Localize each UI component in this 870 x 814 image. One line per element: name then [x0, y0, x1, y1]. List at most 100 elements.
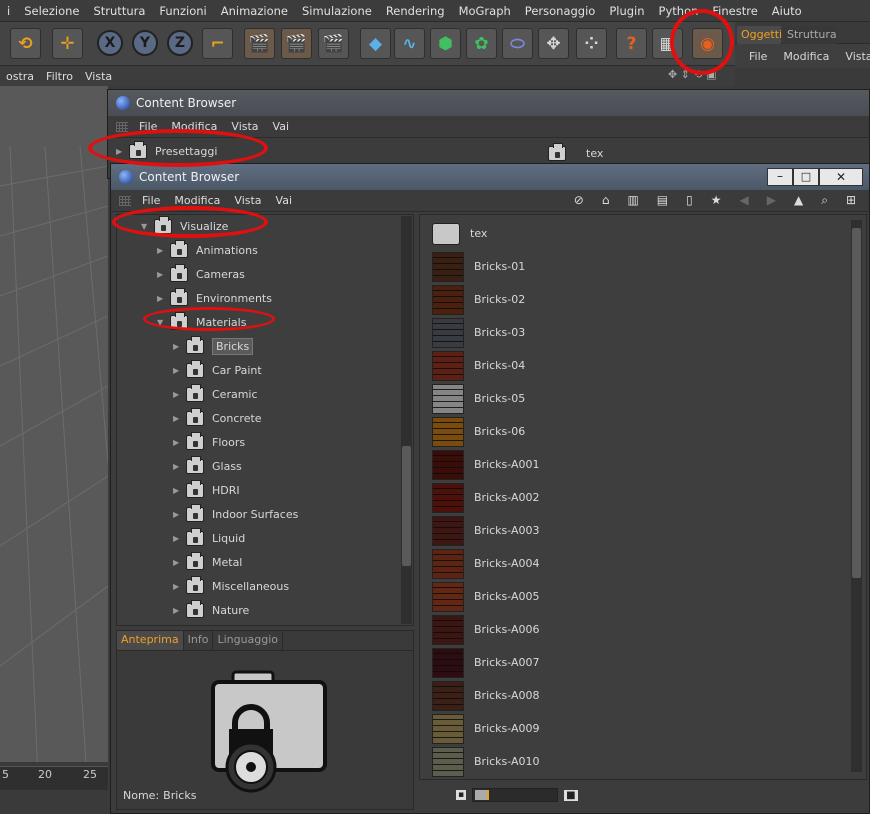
expand-arrow-icon[interactable]: ▶ — [173, 438, 183, 447]
window-titlebar[interactable]: Content Browser – □ ✕ — [111, 164, 869, 190]
coordinate-system-icon[interactable]: ⌐ — [202, 28, 233, 59]
expand-arrow-icon[interactable]: ▶ — [173, 486, 183, 495]
main-menu-item[interactable]: Animazione — [214, 4, 295, 18]
spline-icon[interactable]: ∿ — [394, 28, 425, 59]
list-item[interactable]: Bricks-06 — [432, 415, 525, 448]
undo-icon[interactable]: ⟲ — [10, 28, 41, 59]
main-menu-item[interactable]: Struttura — [86, 4, 152, 18]
help-icon[interactable]: ? — [616, 28, 647, 59]
main-menu-item[interactable]: Rendering — [379, 4, 452, 18]
scene-icon[interactable]: ✥ — [538, 28, 569, 59]
menu-vista[interactable]: Vista — [837, 50, 870, 63]
main-menu-item[interactable]: Selezione — [17, 4, 86, 18]
list-item[interactable]: tex — [432, 217, 487, 250]
deformer-icon[interactable]: ⬭ — [502, 28, 533, 59]
list-scrollbar[interactable] — [851, 220, 862, 772]
camera-icon[interactable]: ⁘ — [576, 28, 607, 59]
menu-vista[interactable]: Vista — [224, 120, 265, 133]
list-item[interactable]: Bricks-A007 — [432, 646, 540, 679]
minimize-button[interactable]: – — [767, 168, 793, 186]
expand-arrow-icon[interactable]: ▶ — [173, 582, 183, 591]
expand-arrow-icon[interactable]: ▶ — [173, 534, 183, 543]
list-item[interactable]: Bricks-A004 — [432, 547, 540, 580]
render-view-icon[interactable]: 🎬 — [244, 28, 275, 59]
tree-item[interactable]: ▶ Glass — [173, 455, 242, 477]
list-item[interactable]: Bricks-A009 — [432, 712, 540, 745]
expand-arrow-icon[interactable]: ▶ — [157, 246, 167, 255]
tree-item[interactable]: ▶ Animations — [157, 239, 258, 261]
timeline[interactable]: 5 20 25 — [0, 762, 108, 814]
tree-item[interactable]: ▶ Concrete — [173, 407, 262, 429]
new-icon[interactable]: ⊞ — [839, 193, 863, 208]
menu-modifica[interactable]: Modifica — [775, 50, 837, 63]
expand-arrow-icon[interactable]: ▶ — [157, 270, 167, 279]
render-settings-icon[interactable]: 🎬 — [318, 28, 349, 59]
expand-arrow-icon[interactable]: ▶ — [173, 414, 183, 423]
y-axis-icon[interactable]: Y — [132, 30, 158, 56]
nurbs-icon[interactable]: ⬢ — [430, 28, 461, 59]
tree-item[interactable]: ▶ Metal — [173, 551, 242, 573]
tree-item[interactable]: ▶ Floors — [173, 431, 245, 453]
viewport-menu-vista[interactable]: Vista — [79, 70, 118, 83]
tree-item[interactable]: ▶ Liquid — [173, 527, 245, 549]
main-menu-item[interactable]: i — [0, 4, 17, 18]
x-axis-icon[interactable]: X — [97, 30, 123, 56]
tree-scrollbar[interactable] — [401, 216, 412, 624]
tree-item[interactable]: ▶ HDRI — [173, 479, 240, 501]
expand-arrow-icon[interactable]: ▶ — [173, 462, 183, 471]
list-item[interactable]: Bricks-03 — [432, 316, 525, 349]
tab-info[interactable]: Info — [182, 631, 213, 650]
render-picture-viewer-icon[interactable]: 🎬 — [281, 28, 312, 59]
list-item[interactable]: Bricks-02 — [432, 283, 525, 316]
list-item[interactable]: Bricks-01 — [432, 250, 525, 283]
menu-vai[interactable]: Vai — [266, 120, 296, 133]
list-item[interactable]: Bricks-05 — [432, 382, 525, 415]
menu-vista[interactable]: Vista — [227, 194, 268, 207]
move-tool-icon[interactable]: ✛ — [52, 28, 83, 59]
catalog-icon[interactable]: ▤ — [650, 193, 675, 208]
tree-item[interactable]: ▶ Nature — [173, 599, 249, 621]
main-menu-item[interactable]: Personaggio — [518, 4, 603, 18]
viewport-menu-mostra[interactable]: ostra — [0, 70, 40, 83]
thumbnail-size-slider[interactable]: ▪ ■ — [456, 786, 596, 804]
maximize-button[interactable]: □ — [793, 168, 819, 186]
home-icon[interactable]: ⌂ — [595, 193, 617, 208]
viewport[interactable] — [0, 86, 108, 814]
list-item[interactable]: Bricks-A010 — [432, 745, 540, 778]
up-arrow-icon[interactable]: ▲ — [787, 193, 810, 208]
main-menu-item[interactable]: Aiuto — [765, 4, 809, 18]
viewport-menu-filtro[interactable]: Filtro — [40, 70, 79, 83]
list-item[interactable]: Bricks-A001 — [432, 448, 540, 481]
cube-icon[interactable]: ◆ — [360, 28, 391, 59]
main-menu-item[interactable]: Simulazione — [295, 4, 379, 18]
expand-arrow-icon[interactable]: ▶ — [173, 558, 183, 567]
forward-arrow-icon[interactable]: ▶ — [760, 193, 783, 208]
tree-item[interactable]: ▶ Cameras — [157, 263, 245, 285]
menu-modifica[interactable]: Modifica — [167, 194, 227, 207]
menu-vai[interactable]: Vai — [269, 194, 299, 207]
book-icon[interactable]: ▯ — [679, 193, 700, 208]
list-item[interactable]: Bricks-A006 — [432, 613, 540, 646]
expand-arrow-icon[interactable]: ▶ — [173, 342, 183, 351]
expand-arrow-icon[interactable]: ▶ — [173, 606, 183, 615]
back-arrow-icon[interactable]: ◀ — [733, 193, 756, 208]
tree-item[interactable]: ▶ Ceramic — [173, 383, 258, 405]
menu-file[interactable]: File — [135, 194, 167, 207]
search-icon[interactable]: ⌕ — [814, 193, 835, 208]
window-titlebar[interactable]: Content Browser — [108, 90, 869, 116]
list-item[interactable]: Bricks-A002 — [432, 481, 540, 514]
expand-arrow-icon[interactable]: ▶ — [173, 366, 183, 375]
main-menu-item[interactable]: Plugin — [602, 4, 651, 18]
expand-arrow-icon[interactable]: ▶ — [173, 390, 183, 399]
tab-linguaggio[interactable]: Linguaggio — [212, 631, 284, 650]
tab-struttura[interactable]: Struttura — [783, 26, 837, 44]
tree-item[interactable]: ▶ Environments — [157, 287, 272, 309]
close-button[interactable]: ✕ — [819, 168, 863, 186]
menu-file[interactable]: File — [747, 50, 775, 63]
main-menu-item[interactable]: Funzioni — [152, 4, 213, 18]
database-icon[interactable]: ▥ — [620, 193, 645, 208]
list-item-tex[interactable]: tex — [548, 143, 603, 161]
list-item[interactable]: Bricks-A008 — [432, 679, 540, 712]
array-icon[interactable]: ✿ — [466, 28, 497, 59]
tab-anteprima[interactable]: Anteprima — [117, 631, 183, 650]
